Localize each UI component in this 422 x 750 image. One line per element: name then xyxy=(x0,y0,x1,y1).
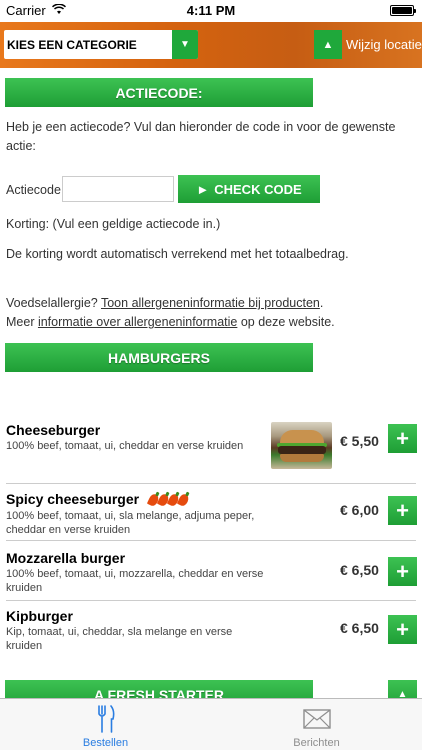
allergy-suffix: . xyxy=(319,296,324,310)
fork-knife-icon xyxy=(97,705,114,733)
divider xyxy=(6,483,416,484)
category-select-label: KIES EEN CATEGORIE xyxy=(7,38,137,52)
plus-icon: + xyxy=(396,425,409,451)
section-header-fresh-starter: A FRESH STARTER xyxy=(5,680,313,698)
category-select[interactable]: KIES EEN CATEGORIE ▼ xyxy=(4,30,198,59)
item-name-wrap: Spicy cheeseburger xyxy=(6,491,191,508)
more-prefix: Meer xyxy=(6,315,38,329)
more-info-line: Meer informatie over allergeneninformati… xyxy=(6,313,406,332)
promo-code-input[interactable] xyxy=(62,176,174,202)
plus-icon: + xyxy=(396,616,409,642)
chili-pepper-icon xyxy=(176,492,191,508)
scroll-to-top-button[interactable]: ▲ xyxy=(388,680,417,698)
status-bar: Carrier 4:11 PM xyxy=(0,0,422,22)
item-description: 100% beef, tomaat, ui, cheddar en verse … xyxy=(6,440,244,452)
allergy-line: Voedselallergie? Toon allergeneninformat… xyxy=(6,294,406,313)
menu-content[interactable]: ACTIECODE: Heb je een actiecode? Vul dan… xyxy=(0,68,422,698)
plus-icon: + xyxy=(396,497,409,523)
discount-text: Korting: (Vul een geldige actiecode in.) xyxy=(6,217,221,231)
more-suffix: op deze website. xyxy=(237,315,335,329)
promo-code-label: Actiecode xyxy=(6,183,61,197)
envelope-icon xyxy=(302,709,331,729)
promo-intro: Heb je een actiecode? Vul dan hieronder … xyxy=(6,120,396,153)
item-name: Mozzarella burger xyxy=(6,550,126,566)
tab-label: Bestellen xyxy=(82,737,129,749)
cheeseburger-image xyxy=(271,422,332,469)
add-to-cart-button[interactable]: + xyxy=(388,496,417,525)
chili-pepper-icons xyxy=(146,492,191,508)
divider xyxy=(6,540,416,541)
tab-bestellen[interactable]: Bestellen xyxy=(0,699,211,750)
arrow-up-icon: ▲ xyxy=(322,38,334,51)
chevron-down-icon[interactable]: ▼ xyxy=(172,30,198,59)
item-name: Spicy cheeseburger xyxy=(6,491,140,507)
top-bar: KIES EEN CATEGORIE ▼ ▲ Wijzig locatie xyxy=(0,22,422,68)
item-name: Kipburger xyxy=(6,608,73,624)
add-to-cart-button[interactable]: + xyxy=(388,615,417,644)
play-icon: ► xyxy=(196,181,210,197)
item-price: € 6,00 xyxy=(340,502,379,518)
item-description: 100% beef, tomaat, ui, sla melange, adju… xyxy=(6,510,255,536)
item-price: € 6,50 xyxy=(340,562,379,578)
add-to-cart-button[interactable]: + xyxy=(388,557,417,586)
allergy-info-link[interactable]: Toon allergeneninformatie bij producten xyxy=(101,296,320,310)
item-name: Cheeseburger xyxy=(6,422,101,438)
tab-bar: Bestellen Berichten xyxy=(0,698,422,750)
change-location-link[interactable]: Wijzig locatie xyxy=(346,37,422,52)
check-code-button[interactable]: ► CHECK CODE xyxy=(178,175,320,203)
location-toggle-button[interactable]: ▲ xyxy=(314,30,342,59)
add-to-cart-button[interactable]: + xyxy=(388,424,417,453)
allergen-info-page-link[interactable]: informatie over allergeneninformatie xyxy=(38,315,237,329)
tab-label: Berichten xyxy=(293,737,340,749)
item-description: 100% beef, tomaat, ui, mozzarella, chedd… xyxy=(6,568,264,594)
promo-header: ACTIECODE: xyxy=(5,78,313,107)
item-price: € 6,50 xyxy=(340,620,379,636)
section-header-hamburgers: HAMBURGERS xyxy=(5,343,313,372)
check-code-label: CHECK CODE xyxy=(214,181,302,197)
arrow-up-icon: ▲ xyxy=(397,689,408,698)
item-price: € 5,50 xyxy=(340,433,379,449)
allergy-prefix: Voedselallergie? xyxy=(6,296,101,310)
tab-berichten[interactable]: Berichten xyxy=(211,699,422,750)
plus-icon: + xyxy=(396,558,409,584)
battery-icon xyxy=(390,5,416,16)
clock: 4:11 PM xyxy=(186,3,236,18)
item-description: Kip, tomaat, ui, cheddar, sla melange en… xyxy=(6,626,233,652)
auto-discount-text: De korting wordt automatisch verrekend m… xyxy=(6,247,349,261)
divider xyxy=(6,600,416,601)
